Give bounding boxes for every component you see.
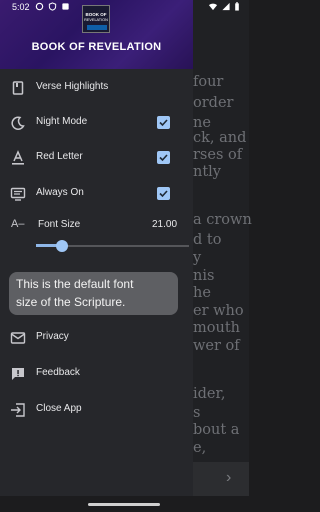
font-size-value: 21.00 (152, 219, 178, 230)
screen-icon (10, 187, 26, 201)
reader-line: e, (193, 440, 207, 456)
menu-close-app[interactable]: Close App (0, 395, 193, 425)
navigation-drawer: BOOK OF REVELATION BOOK OF REVELATION Ve… (0, 0, 193, 496)
signal-icon (222, 2, 230, 11)
reader-line: rses of (193, 147, 243, 163)
exit-icon (11, 403, 25, 417)
menu-label: Always On (36, 187, 84, 198)
tooltip-line-2: size of the Scripture. (16, 295, 126, 309)
text-format-icon (12, 150, 24, 165)
reader-line: ider, (193, 386, 226, 402)
reader-line: s (193, 405, 201, 421)
next-page-bar[interactable] (193, 462, 249, 496)
menu-label: Night Mode (36, 116, 88, 127)
status-time: 5:02 (12, 2, 30, 12)
slider-thumb[interactable] (56, 240, 68, 252)
reader-line: d to (193, 232, 222, 248)
menu-label: Privacy (36, 331, 69, 342)
reader-line: wer of (193, 338, 240, 354)
menu-privacy[interactable]: Privacy (0, 323, 193, 353)
night-mode-checkbox[interactable] (157, 116, 170, 129)
reader-line: he (193, 285, 211, 301)
reader-line: er who (193, 303, 244, 319)
menu-night-mode[interactable]: Night Mode (0, 108, 193, 138)
font-size-row: A– Font Size 21.00 (0, 214, 193, 238)
reader-line: bout a (193, 422, 240, 438)
shield-status-icon (48, 2, 57, 11)
menu-label: Close App (36, 403, 82, 414)
menu-red-letter[interactable]: Red Letter (0, 143, 193, 173)
menu-label: Verse Highlights (36, 81, 109, 92)
chevron-right-icon[interactable]: › (226, 469, 231, 487)
menu-always-on[interactable]: Always On (0, 179, 193, 209)
gesture-bar (0, 496, 249, 512)
app-status-icon (62, 3, 69, 10)
reader-line: four (193, 74, 224, 90)
moon-icon (11, 116, 25, 130)
battery-icon (235, 2, 239, 11)
reader-line: ne (193, 115, 211, 131)
logo-line-2: REVELATION (84, 18, 108, 22)
status-bar: 5:02 (0, 0, 249, 14)
menu-verse-highlights[interactable]: Verse Highlights (0, 73, 193, 103)
font-size-tooltip: This is the default font size of the Scr… (9, 272, 178, 315)
menu-feedback[interactable]: Feedback (0, 359, 193, 389)
reader-line: ntly (193, 164, 221, 180)
menu-label: Red Letter (36, 151, 83, 162)
mail-icon (10, 332, 26, 344)
reader-line: order (193, 95, 234, 111)
font-size-label: Font Size (38, 219, 81, 230)
reader-line: a crown (193, 212, 252, 228)
feedback-icon (12, 368, 24, 380)
wifi-icon (208, 3, 218, 11)
reader-line: mouth (193, 320, 240, 336)
book-icon (12, 81, 24, 95)
drawer-title: BOOK OF REVELATION (31, 41, 162, 53)
menu-label: Feedback (36, 367, 80, 378)
font-size-icon: A– (11, 218, 25, 230)
always-on-checkbox[interactable] (157, 187, 170, 200)
red-letter-checkbox[interactable] (157, 151, 170, 164)
reader-line: y (193, 250, 202, 266)
reader-line: ck, and (193, 130, 247, 146)
font-size-slider[interactable] (36, 240, 189, 254)
logo-accent (87, 25, 107, 30)
reader-line: nis (193, 268, 215, 284)
settings-status-icon (35, 2, 44, 11)
home-indicator[interactable] (88, 503, 160, 506)
tooltip-line-1: This is the default font (16, 277, 134, 291)
